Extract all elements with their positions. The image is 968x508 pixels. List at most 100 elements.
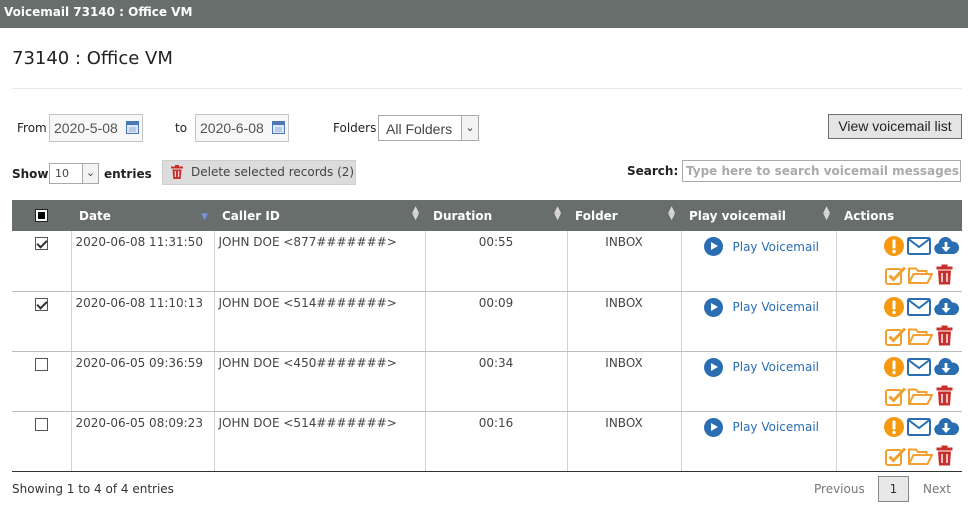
to-label: to: [175, 121, 188, 135]
row-select-cell[interactable]: [12, 231, 71, 292]
column-header-label: Play voicemail: [689, 208, 786, 223]
envelope-icon[interactable]: [906, 297, 931, 316]
folder-open-icon[interactable]: [907, 327, 933, 346]
envelope-icon[interactable]: [906, 357, 931, 376]
column-header-date[interactable]: Date ▼: [71, 200, 214, 231]
table-row: 2020-06-08 11:31:50 JOHN DOE <877#######…: [12, 231, 962, 292]
play-voicemail-link[interactable]: Play Voicemail: [703, 237, 819, 256]
column-header-actions: Actions: [836, 200, 962, 231]
entries-label: entries: [104, 167, 152, 181]
caller-id-cell: JOHN DOE <877#######>: [213, 231, 425, 292]
folder-open-icon[interactable]: [907, 447, 933, 466]
select-all-header[interactable]: [12, 200, 71, 231]
table-header-row: Date ▼ Caller ID ▲ ▼ Duration ▲ ▼ Folder ▲…: [12, 200, 962, 231]
search-input[interactable]: Type here to search voicemail messages: [682, 160, 961, 182]
calendar-icon[interactable]: [126, 121, 139, 134]
delete-selected-label: Delete selected records (2): [191, 165, 355, 179]
table-info: Showing 1 to 4 of 4 entries: [12, 482, 174, 496]
select-all-checkbox[interactable]: [35, 208, 48, 222]
row-checkbox[interactable]: [34, 297, 48, 311]
column-header-label: Date: [79, 208, 111, 223]
play-voicemail-label: Play Voicemail: [732, 420, 819, 434]
page-title: 73140 : Office VM: [12, 48, 173, 69]
sort-desc-icon: ▼: [201, 212, 208, 222]
actions-cell: [835, 231, 962, 292]
folder-cell: INBOX: [566, 231, 681, 292]
cloud-download-icon[interactable]: [933, 417, 959, 437]
row-checkbox[interactable]: [34, 357, 48, 371]
folder-open-icon[interactable]: [907, 387, 933, 406]
folder-cell: INBOX: [566, 411, 681, 472]
folder-open-icon[interactable]: [907, 266, 933, 285]
to-date-value: 2020-6-08: [200, 120, 264, 136]
alert-icon[interactable]: [883, 235, 905, 257]
play-circle-icon[interactable]: [703, 237, 723, 256]
play-voicemail-label: Play Voicemail: [732, 300, 819, 314]
play-voicemail-link[interactable]: Play Voicemail: [703, 297, 819, 317]
trash-icon[interactable]: [936, 385, 953, 406]
alert-icon[interactable]: [883, 296, 905, 318]
trash-icon[interactable]: [936, 264, 953, 285]
next-page-button[interactable]: Next: [923, 482, 951, 496]
checkbox-icon[interactable]: [884, 265, 907, 285]
folders-select[interactable]: All Folders ⌄: [378, 115, 479, 141]
play-circle-icon[interactable]: [703, 297, 723, 317]
divider: [12, 88, 962, 89]
envelope-icon[interactable]: [906, 417, 931, 436]
folders-label: Folders: [333, 121, 377, 135]
play-voicemail-label: Play Voicemail: [732, 360, 819, 374]
checkbox-icon[interactable]: [884, 446, 907, 466]
play-circle-icon[interactable]: [703, 357, 723, 377]
delete-selected-button[interactable]: Delete selected records (2): [162, 160, 356, 185]
row-checkbox[interactable]: [34, 237, 48, 250]
play-voicemail-label: Play Voicemail: [732, 239, 819, 254]
play-circle-icon[interactable]: [703, 417, 723, 437]
caller-id-cell: JOHN DOE <450#######>: [213, 351, 425, 412]
play-voicemail-link[interactable]: Play Voicemail: [703, 357, 819, 377]
envelope-icon[interactable]: [906, 237, 931, 255]
sort-icon: ▲ ▼: [554, 205, 561, 222]
alert-icon[interactable]: [883, 416, 905, 438]
sort-icon: ▲ ▼: [668, 205, 675, 222]
cloud-download-icon[interactable]: [933, 357, 959, 377]
play-voicemail-link[interactable]: Play Voicemail: [703, 417, 819, 437]
row-select-cell[interactable]: [12, 411, 71, 472]
column-header-folder[interactable]: Folder ▲ ▼: [567, 200, 681, 231]
checkbox-icon[interactable]: [884, 386, 907, 406]
row-select-cell[interactable]: [12, 291, 71, 352]
search-placeholder: Type here to search voicemail messages: [686, 164, 960, 178]
to-date-input[interactable]: 2020-6-08: [195, 114, 289, 142]
caller-id-cell: JOHN DOE <514#######>: [213, 291, 425, 352]
table-row: 2020-06-05 08:09:23 JOHN DOE <514#######…: [12, 411, 962, 472]
entries-select-value: 10: [55, 167, 69, 180]
cloud-download-icon[interactable]: [933, 297, 959, 317]
from-date-input[interactable]: 2020-5-08: [49, 114, 143, 142]
row-actions: [883, 296, 959, 348]
column-header-duration[interactable]: Duration ▲ ▼: [425, 200, 567, 231]
from-label: From: [17, 121, 47, 135]
calendar-icon[interactable]: [272, 121, 285, 134]
sort-icon: ▲ ▼: [412, 205, 419, 222]
previous-page-button[interactable]: Previous: [814, 482, 865, 496]
trash-icon[interactable]: [936, 325, 953, 346]
date-cell: 2020-06-08 11:31:50: [70, 231, 214, 292]
page-1-button[interactable]: 1: [878, 476, 909, 502]
trash-icon[interactable]: [936, 445, 953, 466]
voicemail-table: Date ▼ Caller ID ▲ ▼ Duration ▲ ▼ Folder ▲…: [12, 200, 962, 472]
actions-cell: [835, 291, 962, 352]
column-header-play-voicemail[interactable]: Play voicemail ▲ ▼: [681, 200, 836, 231]
cloud-download-icon[interactable]: [933, 236, 959, 256]
duration-cell: 00:34: [424, 351, 567, 412]
column-header-caller-id[interactable]: Caller ID ▲ ▼: [214, 200, 425, 231]
row-checkbox[interactable]: [34, 417, 48, 431]
show-label: Show: [12, 167, 49, 181]
alert-icon[interactable]: [883, 356, 905, 378]
actions-cell: [835, 351, 962, 412]
checkbox-icon[interactable]: [884, 326, 907, 346]
play-cell: Play Voicemail: [680, 351, 836, 412]
row-select-cell[interactable]: [12, 351, 71, 412]
sort-icon: ▲ ▼: [823, 205, 830, 222]
entries-select[interactable]: 10 ⌄: [49, 163, 99, 184]
date-cell: 2020-06-05 08:09:23: [70, 411, 214, 472]
view-voicemail-list-button[interactable]: View voicemail list: [828, 114, 962, 139]
